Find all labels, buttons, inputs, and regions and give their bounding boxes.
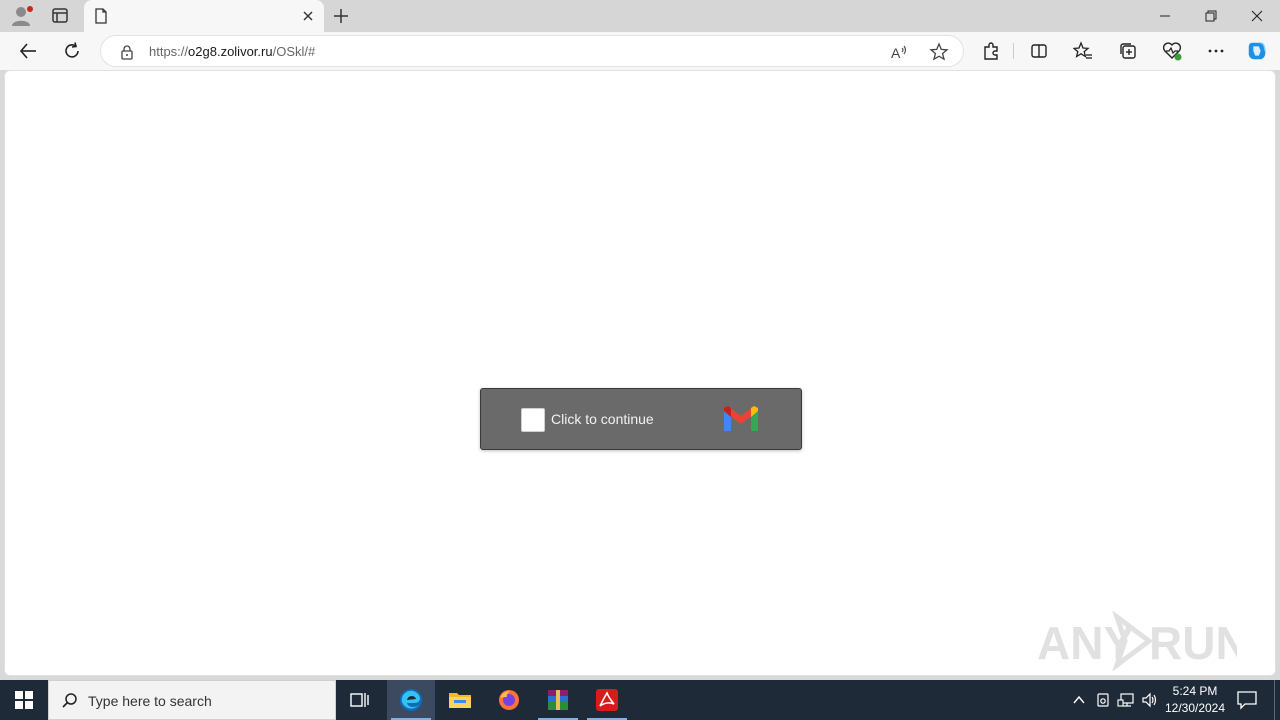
taskbar-app-file-explorer[interactable] xyxy=(436,680,484,720)
volume-button[interactable] xyxy=(1141,691,1159,709)
taskbar-clock[interactable]: 5:24 PM 12/30/2024 xyxy=(1160,683,1230,717)
close-icon xyxy=(1251,10,1263,22)
back-button[interactable] xyxy=(17,40,39,62)
url-scheme: https:// xyxy=(149,44,189,59)
collections-button[interactable] xyxy=(1117,40,1139,62)
page-favicon-icon xyxy=(95,8,107,24)
clock-date: 12/30/2024 xyxy=(1164,701,1226,715)
taskbar-app-edge[interactable] xyxy=(387,680,435,720)
collections-icon xyxy=(1120,43,1136,59)
network-button[interactable] xyxy=(1117,691,1135,709)
device-icon xyxy=(1097,693,1109,707)
url-text[interactable]: https://o2g8.zolivor.ru/OSkl/# xyxy=(149,44,315,59)
tab-actions-menu-button[interactable] xyxy=(48,5,72,27)
clock-time: 5:24 PM xyxy=(1172,684,1218,698)
copilot-button[interactable] xyxy=(1246,40,1268,62)
profile-avatar-button[interactable] xyxy=(8,4,34,28)
toolbar-divider xyxy=(1013,43,1014,59)
browser-essentials-button[interactable] xyxy=(1161,40,1183,62)
captcha-label[interactable]: Click to continue xyxy=(551,411,654,427)
extensions-button[interactable] xyxy=(980,40,1002,62)
refresh-button[interactable] xyxy=(61,40,83,62)
puzzle-icon xyxy=(984,42,998,60)
refresh-icon xyxy=(65,42,79,58)
tab-actions-icon xyxy=(52,8,68,23)
url-path: /OSkl/# xyxy=(272,44,316,59)
heartbeat-icon xyxy=(1162,42,1182,61)
edge-icon xyxy=(400,689,422,711)
search-icon xyxy=(62,693,77,708)
url-host: o2g8.zolivor.ru xyxy=(188,44,273,59)
favorites-list-icon xyxy=(1073,41,1092,59)
tray-device-icon[interactable] xyxy=(1094,691,1112,709)
windows-taskbar: Type here to search 5:24 PM 12/30/2024 xyxy=(0,680,1280,720)
show-hidden-icons-button[interactable] xyxy=(1070,691,1088,709)
read-aloud-icon[interactable]: A xyxy=(889,42,909,62)
lock-icon[interactable] xyxy=(119,44,135,60)
svg-text:A: A xyxy=(891,45,901,61)
speaker-icon xyxy=(1142,692,1157,708)
winrar-icon xyxy=(548,690,568,710)
restore-button[interactable] xyxy=(1188,0,1234,32)
taskbar-app-winrar[interactable] xyxy=(534,680,582,720)
close-window-button[interactable] xyxy=(1234,0,1280,32)
address-bar[interactable]: https://o2g8.zolivor.ru/OSkl/# A xyxy=(100,35,964,67)
tab-strip xyxy=(0,0,1280,32)
taskbar-search-box[interactable]: Type here to search xyxy=(48,680,336,720)
search-placeholder: Type here to search xyxy=(88,693,212,709)
firefox-icon xyxy=(499,690,519,710)
split-screen-button[interactable] xyxy=(1028,40,1050,62)
copilot-icon xyxy=(1248,42,1266,60)
close-tab-icon[interactable] xyxy=(300,8,316,24)
notification-center-icon[interactable] xyxy=(1236,690,1258,710)
start-button[interactable] xyxy=(0,680,48,720)
show-desktop-button[interactable] xyxy=(1274,680,1280,720)
restore-icon xyxy=(1205,10,1217,22)
folder-icon xyxy=(449,693,471,708)
acrobat-icon xyxy=(596,689,618,711)
settings-more-button[interactable] xyxy=(1205,40,1227,62)
fake-captcha-widget[interactable]: Click to continue xyxy=(480,388,802,450)
browser-toolbar: https://o2g8.zolivor.ru/OSkl/# A xyxy=(0,32,1280,70)
gmail-logo-icon xyxy=(724,406,758,431)
minimize-button[interactable] xyxy=(1142,0,1188,32)
browser-tab-active[interactable] xyxy=(84,0,324,32)
split-screen-icon xyxy=(1031,44,1047,58)
minimize-icon xyxy=(1160,15,1170,17)
anyrun-watermark: ANY RUN xyxy=(1037,611,1237,671)
more-dots-icon xyxy=(1208,49,1224,53)
continue-checkbox[interactable] xyxy=(521,408,545,432)
windows-logo-icon xyxy=(15,691,33,709)
task-view-icon xyxy=(350,693,369,707)
taskbar-app-acrobat[interactable] xyxy=(583,680,631,720)
network-icon xyxy=(1117,693,1134,707)
taskbar-app-firefox[interactable] xyxy=(485,680,533,720)
web-page-viewport: Click to continue ANY RUN xyxy=(4,70,1276,676)
profile-alert-dot xyxy=(27,6,33,12)
task-view-button[interactable] xyxy=(336,680,384,720)
favorites-button[interactable] xyxy=(1072,40,1094,62)
plus-icon xyxy=(334,9,348,23)
arrow-left-icon xyxy=(19,43,36,59)
chevron-up-icon xyxy=(1073,695,1085,704)
new-tab-button[interactable] xyxy=(330,5,352,27)
add-favorite-star-icon[interactable] xyxy=(929,42,949,62)
svg-text:RUN: RUN xyxy=(1149,617,1237,669)
